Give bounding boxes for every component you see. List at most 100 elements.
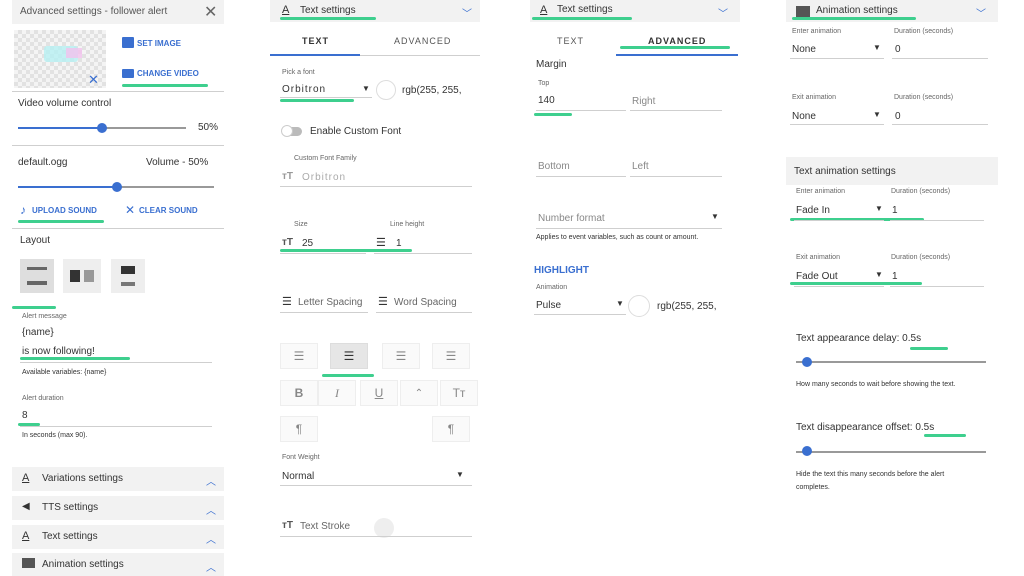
dropdown-arrow-icon[interactable]: ▼	[362, 84, 370, 93]
line-height-input[interactable]: 1	[396, 238, 402, 249]
text-a-icon: A	[540, 4, 548, 16]
alert-duration-label: Alert duration	[22, 395, 64, 402]
dropdown-arrow-icon[interactable]: ▼	[873, 110, 881, 119]
clear-sound-button[interactable]: CLEAR SOUND	[139, 206, 198, 215]
tab-advanced[interactable]: ADVANCED	[394, 36, 451, 46]
sound-volume-knob[interactable]	[112, 182, 122, 192]
text-stroke-swatch[interactable]	[374, 518, 394, 538]
align-right-button[interactable]: ☰	[382, 343, 420, 369]
tab-text[interactable]: TEXT	[557, 36, 584, 46]
chevron-up-icon[interactable]: ︿	[206, 559, 216, 574]
size-input[interactable]: 25	[302, 238, 313, 249]
video-volume-value: 50%	[198, 122, 219, 133]
left-underline	[630, 176, 722, 177]
enter-animation-select[interactable]: None	[792, 44, 816, 55]
set-image-button[interactable]: SET IMAGE	[137, 39, 181, 48]
word-spacing-input[interactable]: Word Spacing	[394, 297, 457, 308]
underline-button[interactable]: U	[360, 380, 398, 406]
disappearance-offset-knob[interactable]	[802, 446, 812, 456]
exit-animation-label: Exit animation	[792, 94, 836, 101]
left-input[interactable]: Left	[632, 161, 649, 172]
upload-sound-button[interactable]: UPLOAD SOUND	[32, 206, 97, 215]
highlight-header	[532, 17, 632, 20]
text-exit-duration-input[interactable]: 1	[892, 271, 898, 282]
highlight-font	[280, 99, 354, 102]
tab-divider	[360, 55, 480, 56]
video-volume-knob[interactable]	[97, 123, 107, 133]
top-underline	[536, 110, 626, 111]
dropdown-arrow-icon[interactable]: ▼	[875, 204, 883, 213]
clear-media-icon[interactable]: ✕	[88, 72, 99, 88]
text-a-icon: A	[22, 472, 30, 484]
font-weight-select[interactable]: Normal	[282, 471, 314, 482]
section-tts-label: TTS settings	[42, 502, 99, 513]
top-input[interactable]: 140	[538, 95, 555, 106]
font-select[interactable]: Orbitron	[282, 84, 326, 95]
align-left-button[interactable]: ☰	[280, 343, 318, 369]
layout-option-below[interactable]	[111, 259, 145, 293]
image-icon[interactable]	[122, 37, 134, 48]
highlight-top	[534, 113, 572, 116]
bottom-input[interactable]: Bottom	[538, 161, 570, 172]
tab-advanced[interactable]: ADVANCED	[648, 36, 706, 46]
number-format-select[interactable]: Number format	[538, 213, 605, 224]
text-case-button[interactable]: Tт	[440, 380, 478, 406]
change-video-button[interactable]: CHANGE VIDEO	[137, 69, 199, 78]
chevron-down-icon[interactable]: ﹀	[718, 5, 728, 20]
alert-message-line2[interactable]: is now following!	[22, 346, 95, 357]
chevron-up-icon[interactable]: ︿	[206, 531, 216, 546]
layout-label: Layout	[20, 235, 51, 246]
dropdown-arrow-icon[interactable]: ▼	[711, 212, 719, 221]
enter-duration-input[interactable]: 0	[895, 44, 901, 55]
exit-duration-input[interactable]: 0	[895, 111, 901, 122]
text-exit-select[interactable]: Fade Out	[796, 271, 838, 282]
text-enter-select[interactable]: Fade In	[796, 205, 830, 216]
alert-duration-input[interactable]: 8	[22, 410, 28, 421]
appearance-delay-knob[interactable]	[802, 357, 812, 367]
dropdown-arrow-icon[interactable]: ▼	[875, 270, 883, 279]
tab-text[interactable]: TEXT	[302, 36, 329, 46]
close-icon[interactable]: ✕	[204, 2, 217, 22]
appearance-delay-track[interactable]	[796, 361, 986, 363]
dropdown-arrow-icon[interactable]: ▼	[456, 470, 464, 479]
layout-below-icon	[121, 266, 135, 286]
dropdown-arrow-icon[interactable]: ▼	[616, 299, 624, 308]
font-color-value[interactable]: rgb(255, 255,	[402, 85, 462, 96]
uppercase-button[interactable]: ⌃	[400, 380, 438, 406]
video-icon[interactable]	[122, 69, 134, 78]
animation-underline	[534, 314, 626, 315]
align-center-button[interactable]: ☰	[330, 343, 368, 369]
right-input[interactable]: Right	[632, 96, 655, 107]
layout-option-above[interactable]	[20, 259, 54, 293]
exit-animation-underline	[790, 124, 884, 125]
letter-spacing-input[interactable]: Letter Spacing	[298, 297, 363, 308]
custom-font-toggle[interactable]	[281, 125, 302, 137]
chevron-up-icon[interactable]: ︿	[206, 502, 216, 517]
disappearance-offset-track[interactable]	[796, 451, 986, 453]
chevron-down-icon[interactable]: ﹀	[976, 5, 986, 20]
right-underline	[630, 110, 722, 111]
text-enter-duration-input[interactable]: 1	[892, 205, 898, 216]
bold-button[interactable]: B	[280, 380, 318, 406]
highlight-change-video	[122, 84, 208, 87]
panel-title: Advanced settings - follower alert	[20, 6, 168, 17]
alert-message-line1[interactable]: {name}	[22, 327, 54, 338]
layout-option-side[interactable]	[63, 259, 101, 293]
text-exit-duration-label: Duration (seconds)	[891, 254, 951, 261]
chevron-up-icon[interactable]: ︿	[206, 473, 216, 488]
music-note-icon[interactable]: ♪	[20, 203, 26, 217]
clear-sound-icon[interactable]: ✕	[125, 203, 135, 217]
exit-animation-select[interactable]: None	[792, 111, 816, 122]
chevron-down-icon[interactable]: ﹀	[462, 5, 472, 20]
font-color-swatch[interactable]	[376, 80, 396, 100]
highlight-color-swatch[interactable]	[628, 295, 650, 317]
paragraph-rtl-button[interactable]: ¶	[432, 416, 470, 442]
dropdown-arrow-icon[interactable]: ▼	[873, 43, 881, 52]
align-justify-button[interactable]: ☰	[432, 343, 470, 369]
highlight-color-value[interactable]: rgb(255, 255,	[657, 301, 717, 312]
custom-font-family-input[interactable]: Orbitron	[302, 172, 346, 183]
paragraph-ltr-button[interactable]: ¶	[280, 416, 318, 442]
animation-select[interactable]: Pulse	[536, 300, 561, 311]
video-volume-fill	[18, 127, 102, 129]
italic-button[interactable]: I	[318, 380, 356, 406]
